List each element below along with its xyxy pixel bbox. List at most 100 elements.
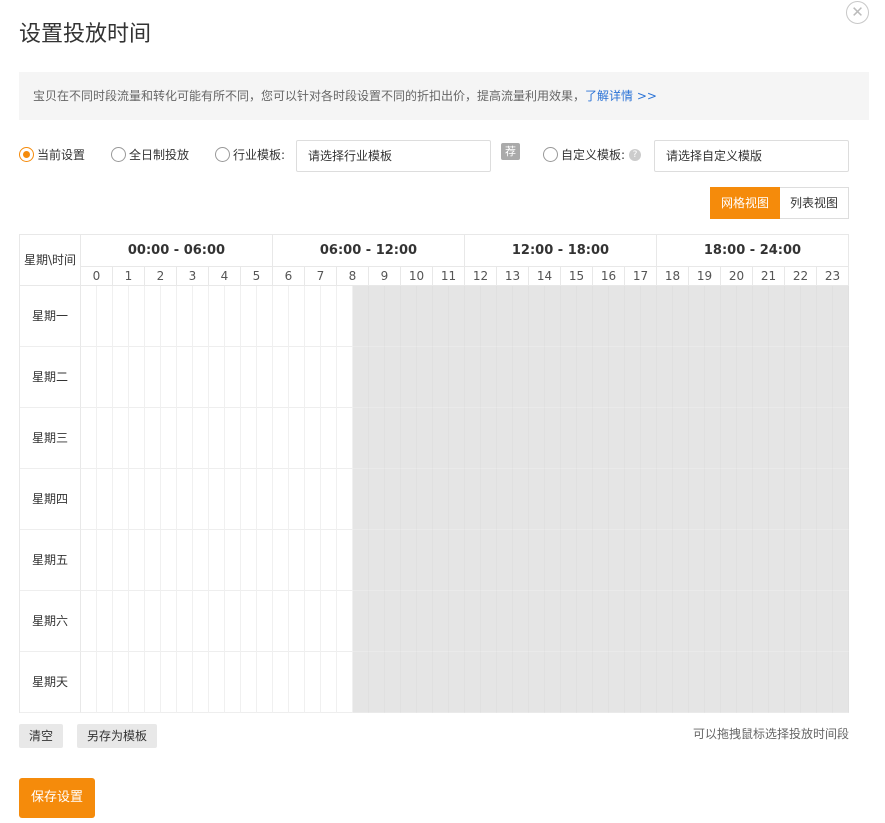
time-slot-cell[interactable] [689,408,705,469]
time-slot-cell[interactable] [369,347,385,408]
time-slot-cell[interactable] [449,347,465,408]
time-slot-cell[interactable] [145,652,161,713]
time-slot-cell[interactable] [193,469,209,530]
radio-checked-icon[interactable] [19,147,34,162]
time-slot-cell[interactable] [817,469,833,530]
time-slot-cell[interactable] [833,469,849,530]
time-slot-cell[interactable] [641,530,657,591]
time-slot-cell[interactable] [241,530,257,591]
time-slot-cell[interactable] [705,652,721,713]
time-slot-cell[interactable] [577,286,593,347]
time-slot-cell[interactable] [785,469,801,530]
time-slot-cell[interactable] [785,591,801,652]
time-slot-cell[interactable] [257,591,273,652]
time-slot-cell[interactable] [129,286,145,347]
time-slot-cell[interactable] [481,347,497,408]
time-slot-cell[interactable] [689,286,705,347]
time-slot-cell[interactable] [529,591,545,652]
time-slot-cell[interactable] [561,347,577,408]
time-slot-cell[interactable] [337,469,353,530]
time-slot-cell[interactable] [433,591,449,652]
time-slot-cell[interactable] [145,591,161,652]
time-slot-cell[interactable] [545,530,561,591]
time-slot-cell[interactable] [673,347,689,408]
time-slot-cell[interactable] [673,652,689,713]
time-slot-cell[interactable] [625,591,641,652]
time-slot-cell[interactable] [145,286,161,347]
time-slot-cell[interactable] [113,286,129,347]
time-slot-cell[interactable] [401,530,417,591]
radio-industry-template[interactable]: 行业模板: [215,146,285,163]
time-slot-cell[interactable] [705,469,721,530]
time-slot-cell[interactable] [785,408,801,469]
time-slot-cell[interactable] [225,286,241,347]
time-slot-cell[interactable] [801,652,817,713]
time-slot-cell[interactable] [769,286,785,347]
time-slot-cell[interactable] [129,652,145,713]
time-slot-cell[interactable] [545,469,561,530]
time-slot-cell[interactable] [81,652,97,713]
time-slot-cell[interactable] [561,469,577,530]
time-slot-cell[interactable] [305,652,321,713]
time-slot-cell[interactable] [481,652,497,713]
time-slot-cell[interactable] [785,347,801,408]
time-slot-cell[interactable] [129,347,145,408]
time-slot-cell[interactable] [401,408,417,469]
time-slot-cell[interactable] [641,347,657,408]
time-slot-cell[interactable] [321,530,337,591]
time-slot-cell[interactable] [257,347,273,408]
time-slot-cell[interactable] [561,408,577,469]
time-slot-cell[interactable] [529,408,545,469]
time-slot-cell[interactable] [241,652,257,713]
time-slot-cell[interactable] [641,408,657,469]
time-slot-cell[interactable] [209,530,225,591]
time-slot-cell[interactable] [81,408,97,469]
time-slot-cell[interactable] [353,591,369,652]
time-slot-cell[interactable] [801,469,817,530]
help-icon[interactable]: ? [629,148,642,161]
time-slot-cell[interactable] [705,286,721,347]
time-slot-cell[interactable] [769,347,785,408]
time-slot-cell[interactable] [577,347,593,408]
time-slot-cell[interactable] [577,408,593,469]
time-slot-cell[interactable] [465,408,481,469]
time-slot-cell[interactable] [81,347,97,408]
time-slot-cell[interactable] [417,347,433,408]
time-slot-cell[interactable] [625,286,641,347]
time-slot-cell[interactable] [433,469,449,530]
time-slot-cell[interactable] [753,408,769,469]
time-slot-cell[interactable] [289,347,305,408]
time-slot-cell[interactable] [769,469,785,530]
time-slot-cell[interactable] [497,591,513,652]
radio-all-day[interactable]: 全日制投放 [111,146,189,163]
time-slot-cell[interactable] [817,591,833,652]
time-slot-cell[interactable] [625,347,641,408]
time-slot-cell[interactable] [529,347,545,408]
time-slot-cell[interactable] [753,347,769,408]
time-slot-cell[interactable] [561,591,577,652]
time-slot-cell[interactable] [129,469,145,530]
time-slot-cell[interactable] [97,652,113,713]
time-slot-cell[interactable] [609,530,625,591]
time-slot-cell[interactable] [385,347,401,408]
time-slot-cell[interactable] [609,408,625,469]
time-slot-cell[interactable] [833,286,849,347]
time-slot-cell[interactable] [305,347,321,408]
time-slot-cell[interactable] [209,286,225,347]
time-slot-cell[interactable] [449,530,465,591]
time-slot-cell[interactable] [769,652,785,713]
time-slot-cell[interactable] [689,469,705,530]
time-slot-cell[interactable] [129,591,145,652]
time-slot-cell[interactable] [241,469,257,530]
time-slot-cell[interactable] [369,286,385,347]
time-slot-cell[interactable] [817,408,833,469]
time-slot-cell[interactable] [433,347,449,408]
time-slot-cell[interactable] [657,286,673,347]
time-slot-cell[interactable] [337,286,353,347]
time-slot-cell[interactable] [609,652,625,713]
time-slot-cell[interactable] [497,530,513,591]
time-slot-cell[interactable] [417,530,433,591]
time-slot-cell[interactable] [337,347,353,408]
time-slot-cell[interactable] [529,469,545,530]
time-slot-cell[interactable] [817,652,833,713]
